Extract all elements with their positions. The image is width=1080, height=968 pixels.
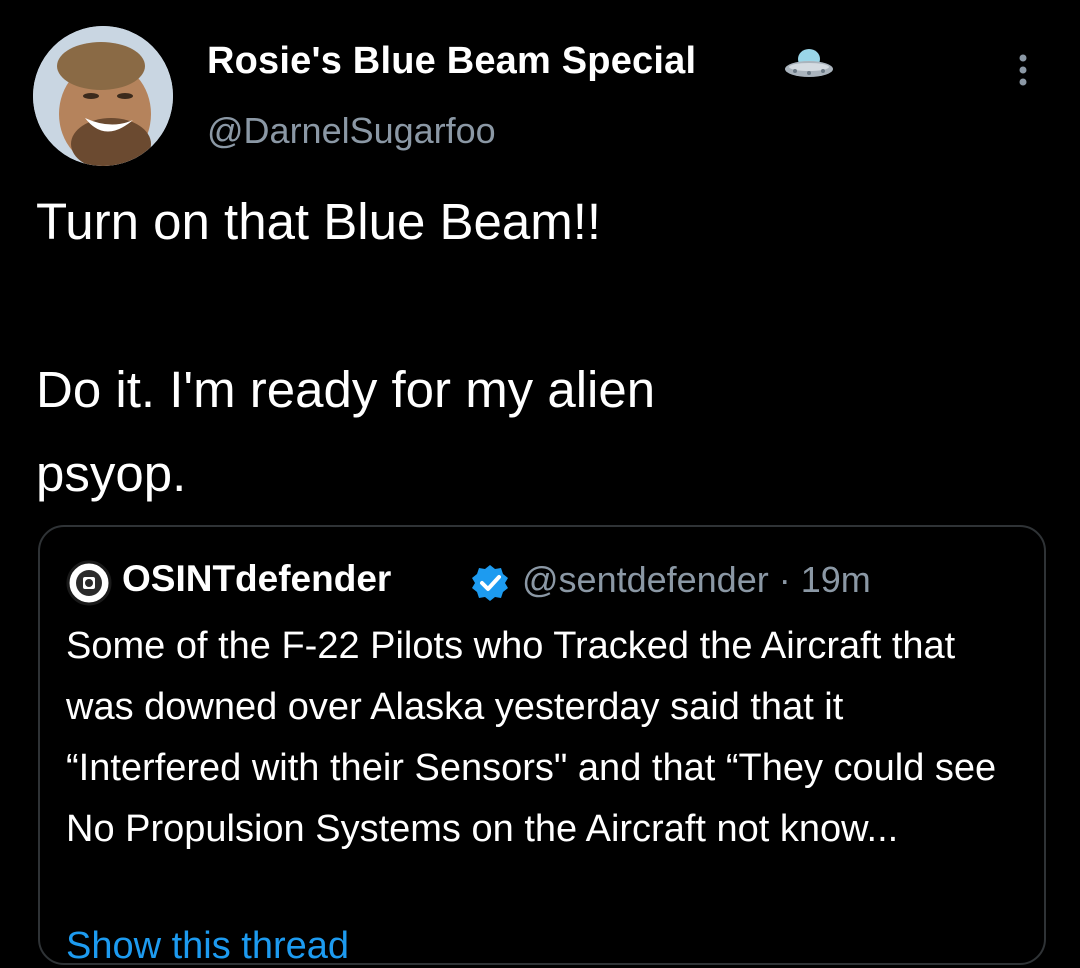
verified-badge-icon [472,565,508,601]
author-avatar[interactable] [33,26,173,166]
ufo-icon [785,49,833,77]
tweet-text: Turn on that Blue Beam!! Do it. I'm read… [36,193,656,502]
tweet: Rosie's Blue Beam Special @DarnelSugarfo… [0,0,1080,967]
quote-author-name[interactable]: OSINTdefender [122,558,391,600]
quote-author-avatar[interactable] [66,560,112,606]
avatar-image [33,26,173,166]
more-options-icon[interactable] [1003,50,1043,90]
quote-text: Some of the F-22 Pilots who Tracked the … [66,625,997,850]
author-handle[interactable]: @DarnelSugarfoo [207,110,496,152]
show-thread-link[interactable]: Show this thread [66,925,349,968]
quote-handle-and-time: @sentdefender · 19m [522,559,871,600]
author-name[interactable]: Rosie's Blue Beam Special [207,40,696,83]
